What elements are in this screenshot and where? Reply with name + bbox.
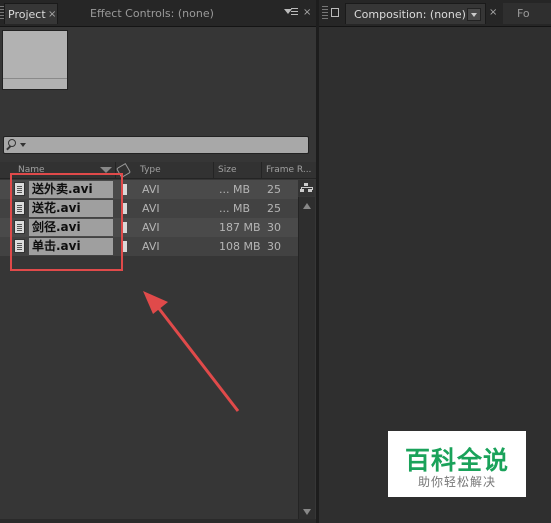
watermark-subtitle: 助你轻松解决: [417, 475, 496, 489]
watermark-title: 百科全说: [404, 446, 509, 475]
watermark: 百科全说 助你轻松解决: [388, 431, 526, 497]
arrow-head: [143, 291, 168, 314]
arrow-shaft: [155, 305, 240, 412]
